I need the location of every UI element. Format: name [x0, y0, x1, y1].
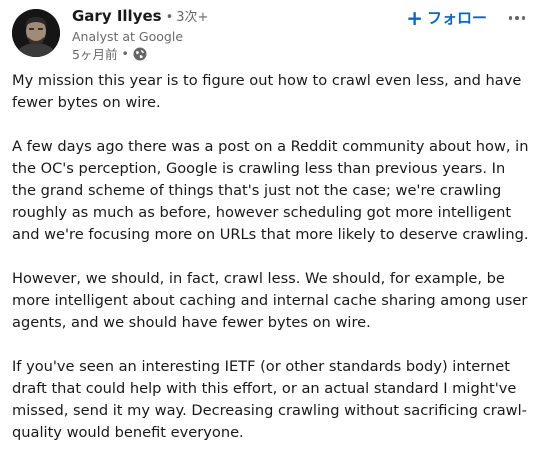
author-name-row: Gary Illyes • 3次+ [72, 6, 208, 28]
plus-icon: + [406, 5, 423, 30]
post-paragraph: However, we should, in fact, crawl less.… [12, 270, 528, 331]
author-meta: Gary Illyes • 3次+ Analyst at Google 5ヶ月前… [72, 6, 208, 62]
follow-label: フォロー [426, 9, 487, 27]
post-paragraph: My mission this year is to figure out ho… [12, 72, 522, 111]
post-paragraph: If you've seen an interesting IETF (or o… [12, 358, 527, 441]
post-card: Gary Illyes • 3次+ Analyst at Google 5ヶ月前… [0, 0, 541, 469]
connection-degree: 3次+ [176, 10, 209, 25]
more-horizontal-icon[interactable] [503, 8, 531, 28]
time-separator: • [121, 46, 129, 61]
follow-button[interactable]: + フォロー [406, 7, 487, 28]
author-avatar[interactable] [12, 9, 60, 57]
post-body: My mission this year is to figure out ho… [12, 70, 533, 466]
name-separator: • [165, 10, 174, 25]
post-time: 5ヶ月前 [72, 47, 118, 62]
avatar-photo [12, 9, 60, 57]
author-name[interactable]: Gary Illyes [72, 7, 162, 25]
post-time-row: 5ヶ月前 • [72, 45, 208, 62]
author-headline: Analyst at Google [72, 29, 184, 44]
post-header: Gary Illyes • 3次+ Analyst at Google 5ヶ月前… [10, 6, 531, 62]
post-paragraph: A few days ago there was a post on a Red… [12, 138, 529, 243]
globe-icon [133, 47, 147, 61]
